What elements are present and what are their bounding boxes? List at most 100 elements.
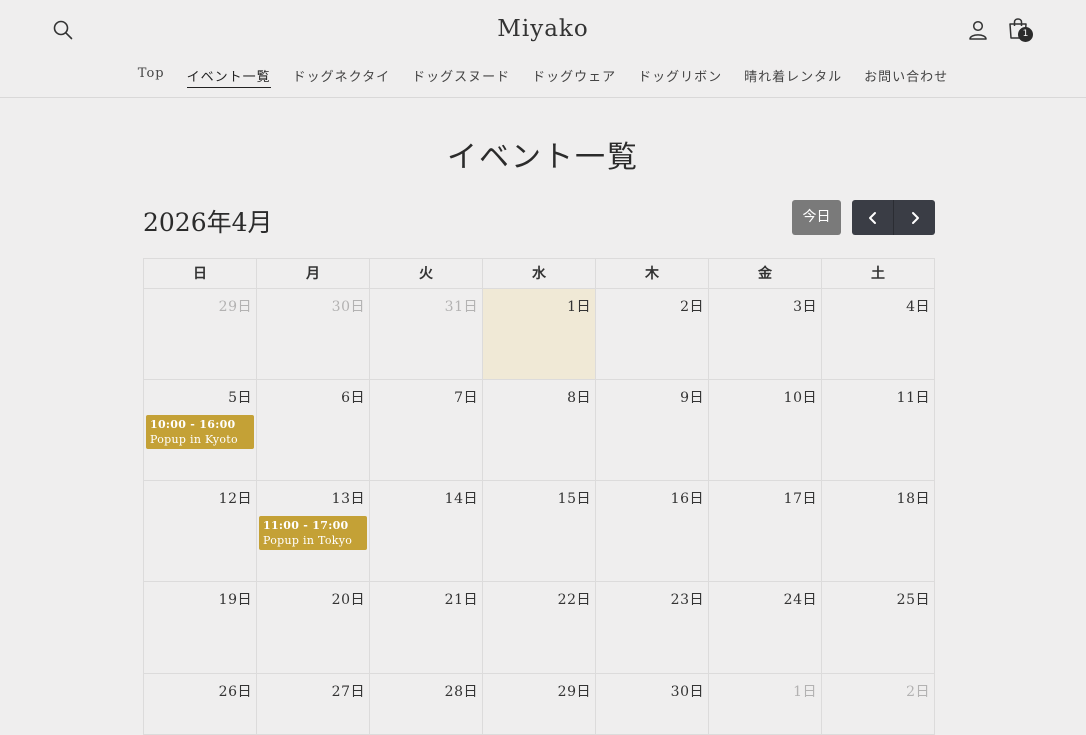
day-number: 8日 [567, 390, 591, 406]
cart-button[interactable]: 1 [1007, 16, 1035, 44]
day-number: 30日 [331, 299, 365, 315]
calendar-event[interactable]: 11:00 - 17:00 Popup in Tokyo [259, 516, 367, 550]
calendar-day[interactable]: 16日 [596, 481, 709, 582]
day-number: 23日 [670, 592, 704, 608]
calendar-day[interactable]: 29日 [483, 674, 596, 735]
calendar-day[interactable]: 7日 [370, 380, 483, 481]
day-number: 30日 [670, 684, 704, 700]
day-number: 2日 [680, 299, 704, 315]
calendar-day[interactable]: 31日 [370, 289, 483, 380]
day-number: 15日 [557, 491, 591, 507]
calendar-day[interactable]: 29日 [144, 289, 257, 380]
account-button[interactable] [967, 19, 989, 41]
calendar-day[interactable]: 27日 [257, 674, 370, 735]
nav-item-2[interactable]: ドッグネクタイ [293, 66, 390, 88]
event-title: Popup in Kyoto [150, 433, 238, 446]
day-number: 7日 [454, 390, 478, 406]
calendar-day[interactable]: 3日 [709, 289, 822, 380]
calendar-day[interactable]: 6日 [257, 380, 370, 481]
calendar-day[interactable]: 5日 10:00 - 16:00 Popup in Kyoto [144, 380, 257, 481]
calendar-day[interactable]: 12日 [144, 481, 257, 582]
nav-item-4[interactable]: ドッグウェア [532, 66, 616, 88]
calendar-day[interactable]: 14日 [370, 481, 483, 582]
event-title: Popup in Tokyo [263, 534, 353, 547]
event-time: 11:00 - 17:00 [263, 519, 349, 532]
nav-item-0[interactable]: Top [138, 66, 165, 88]
weekday-header: 日 [144, 259, 257, 289]
cart-count-badge: 1 [1018, 27, 1033, 42]
calendar-day[interactable]: 30日 [257, 289, 370, 380]
calendar-week: 29日 30日 31日 1日 2日 3日 4日 [144, 289, 935, 380]
calendar-day[interactable]: 1日 [709, 674, 822, 735]
day-number: 1日 [793, 684, 817, 700]
day-number: 24日 [783, 592, 817, 608]
day-number: 18日 [896, 491, 930, 507]
day-number: 1日 [567, 299, 591, 315]
day-number: 17日 [783, 491, 817, 507]
calendar-day[interactable]: 9日 [596, 380, 709, 481]
calendar-week: 26日 27日 28日 29日 30日 1日 2日 [144, 674, 935, 735]
calendar-day[interactable]: 24日 [709, 582, 822, 674]
calendar-day[interactable]: 13日 11:00 - 17:00 Popup in Tokyo [257, 481, 370, 582]
day-number: 16日 [670, 491, 704, 507]
next-month-button[interactable] [893, 200, 935, 235]
calendar-day[interactable]: 25日 [822, 582, 935, 674]
day-number: 14日 [444, 491, 478, 507]
nav-item-3[interactable]: ドッグスヌード [412, 66, 510, 88]
day-number: 11日 [896, 390, 930, 406]
calendar-day[interactable]: 26日 [144, 674, 257, 735]
today-button[interactable]: 今日 [792, 200, 841, 235]
prev-month-button[interactable] [852, 200, 893, 235]
calendar-day[interactable]: 28日 [370, 674, 483, 735]
calendar-event[interactable]: 10:00 - 16:00 Popup in Kyoto [146, 415, 254, 449]
day-number: 20日 [331, 592, 365, 608]
weekday-header: 木 [596, 259, 709, 289]
weekday-header: 土 [822, 259, 935, 289]
calendar-week: 5日 10:00 - 16:00 Popup in Kyoto 6日 7日 8日 9日 10日… [144, 380, 935, 481]
calendar-day[interactable]: 2日 [822, 674, 935, 735]
calendar-day[interactable]: 2日 [596, 289, 709, 380]
day-number: 4日 [906, 299, 930, 315]
month-nav-group [852, 200, 935, 235]
day-number: 25日 [896, 592, 930, 608]
day-number: 12日 [218, 491, 252, 507]
calendar-day[interactable]: 23日 [596, 582, 709, 674]
day-number: 6日 [341, 390, 365, 406]
calendar-day[interactable]: 15日 [483, 481, 596, 582]
calendar-day[interactable]: 22日 [483, 582, 596, 674]
event-time: 10:00 - 16:00 [150, 418, 236, 431]
event-calendar: 日月火水木金土 29日 30日 31日 1日 2日 3日 4日 5日 10:00 - 16:00 P… [143, 258, 935, 735]
nav-item-5[interactable]: ドッグリボン [638, 66, 722, 88]
nav-item-7[interactable]: お問い合わせ [864, 66, 948, 88]
day-number: 21日 [444, 592, 478, 608]
calendar-day[interactable]: 4日 [822, 289, 935, 380]
site-logo[interactable]: Miyako [0, 16, 1086, 42]
day-number: 31日 [444, 299, 478, 315]
site-header: Miyako 1 Top イベント一覧 ドッグネクタイ ドッグスヌード ドッグウェア ドッ… [0, 0, 1086, 98]
calendar-day[interactable]: 11日 [822, 380, 935, 481]
day-number: 22日 [557, 592, 591, 608]
calendar-day[interactable]: 30日 [596, 674, 709, 735]
day-number: 5日 [228, 390, 252, 406]
calendar-week: 12日 13日 11:00 - 17:00 Popup in Tokyo 14日 15日 1… [144, 481, 935, 582]
calendar-day[interactable]: 18日 [822, 481, 935, 582]
day-number: 29日 [218, 299, 252, 315]
nav-item-1[interactable]: イベント一覧 [186, 66, 271, 88]
calendar-day[interactable]: 17日 [709, 481, 822, 582]
calendar-day[interactable]: 10日 [709, 380, 822, 481]
day-number: 26日 [218, 684, 252, 700]
day-number: 19日 [218, 592, 252, 608]
calendar-day[interactable]: 20日 [257, 582, 370, 674]
weekday-header: 金 [709, 259, 822, 289]
calendar-day[interactable]: 19日 [144, 582, 257, 674]
calendar-day-today[interactable]: 1日 [483, 289, 596, 380]
calendar-day[interactable]: 21日 [370, 582, 483, 674]
day-number: 2日 [906, 684, 930, 700]
month-title: 2026年4月 [143, 208, 273, 237]
calendar-day[interactable]: 8日 [483, 380, 596, 481]
nav-item-6[interactable]: 晴れ着レンタル [744, 66, 842, 88]
main-nav: Top イベント一覧 ドッグネクタイ ドッグスヌード ドッグウェア ドッグリボン 晴れ着レン… [0, 66, 1086, 88]
day-number: 27日 [331, 684, 365, 700]
user-icon [969, 20, 987, 40]
page-title: イベント一覧 [447, 140, 639, 175]
